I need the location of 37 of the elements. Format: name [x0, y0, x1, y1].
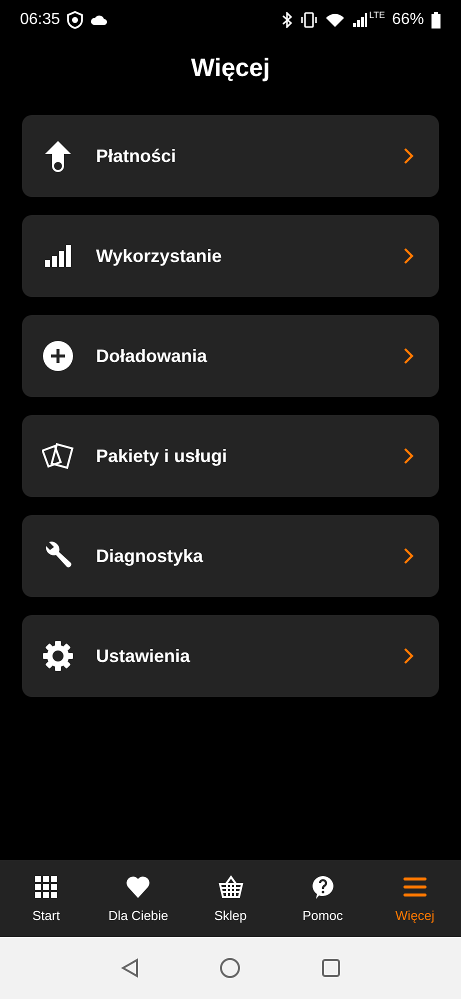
cloud-icon — [90, 14, 108, 26]
battery-icon — [431, 12, 441, 28]
tab[interactable]: Dla Ciebie — [92, 860, 184, 937]
tab[interactable]: Sklep — [184, 860, 277, 937]
home-icon[interactable] — [219, 957, 242, 979]
signal-icon — [352, 12, 368, 28]
vibrate-icon — [300, 12, 318, 28]
page-title: Więcej — [190, 54, 271, 83]
battery-percent: 66% — [392, 11, 424, 29]
chevron-right-icon — [403, 347, 415, 365]
menu-item[interactable]: Ustawienia — [22, 615, 439, 697]
tab[interactable]: Start — [0, 860, 92, 937]
tab[interactable]: Więcej — [368, 860, 461, 937]
shield-icon — [67, 11, 84, 29]
tab[interactable]: Pomoc — [276, 860, 369, 937]
grid-icon — [33, 874, 60, 900]
menu-item[interactable]: Diagnostyka — [22, 515, 439, 597]
help-icon — [310, 874, 336, 900]
chevron-right-icon — [403, 247, 415, 265]
wifi-icon — [325, 12, 346, 28]
chevron-right-icon — [403, 447, 415, 465]
clock: 06:35 — [20, 11, 60, 29]
bluetooth-icon — [281, 12, 294, 28]
chevron-right-icon — [403, 647, 415, 665]
heart-icon — [125, 874, 152, 900]
plus-circle-icon — [42, 340, 74, 372]
menu-item[interactable]: Pakiety i usługi — [22, 415, 439, 497]
cards-icon — [42, 440, 74, 472]
menu-item[interactable]: Wykorzystanie — [22, 215, 439, 297]
chevron-right-icon — [403, 147, 415, 165]
settings-icon — [42, 640, 74, 672]
basket-icon — [218, 874, 244, 900]
network-type: LTE — [369, 10, 385, 20]
chevron-right-icon — [403, 547, 415, 565]
menu-item[interactable]: Płatności — [22, 115, 439, 197]
recents-icon[interactable] — [320, 957, 342, 979]
menu-item[interactable]: Doładowania — [22, 315, 439, 397]
